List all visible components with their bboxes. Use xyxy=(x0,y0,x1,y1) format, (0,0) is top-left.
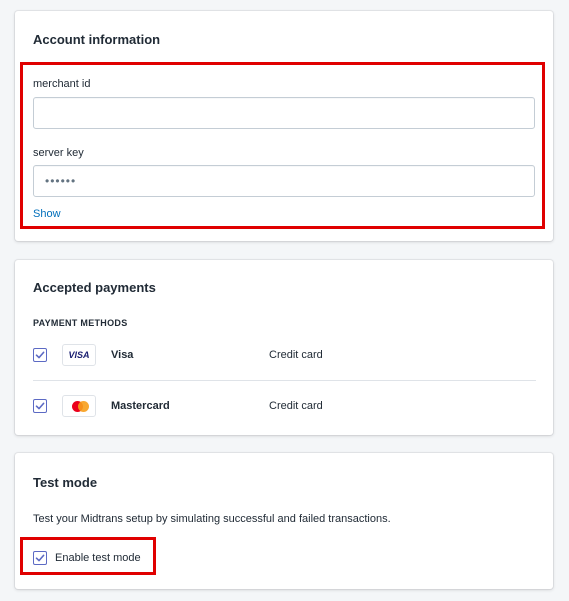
checkmark-icon xyxy=(35,554,45,562)
test-mode-card: Test mode Test your Midtrans setup by si… xyxy=(15,453,553,589)
visa-checkbox[interactable] xyxy=(33,348,47,362)
highlight-box-credentials xyxy=(20,62,545,229)
enable-test-mode-checkbox[interactable] xyxy=(33,551,47,565)
checkmark-icon xyxy=(35,351,45,359)
accepted-payments-title: Accepted payments xyxy=(33,280,156,295)
mastercard-type: Credit card xyxy=(269,400,323,412)
server-key-label: server key xyxy=(33,147,84,159)
mastercard-yellow-circle xyxy=(78,401,89,412)
test-mode-description: Test your Midtrans setup by simulating s… xyxy=(33,513,391,525)
account-information-title: Account information xyxy=(33,32,161,47)
visa-type: Credit card xyxy=(269,349,323,361)
accepted-payments-card: Accepted payments PAYMENT METHODS VISA V… xyxy=(15,260,553,435)
account-information-card: Account information merchant id server k… xyxy=(15,11,553,241)
test-mode-title: Test mode xyxy=(33,475,98,490)
mastercard-logo xyxy=(62,395,96,417)
checkmark-icon xyxy=(35,402,45,410)
visa-name: Visa xyxy=(111,349,134,361)
visa-logo-text: VISA xyxy=(68,350,90,360)
payment-methods-heading: PAYMENT METHODS xyxy=(33,318,128,328)
mastercard-checkbox[interactable] xyxy=(33,399,47,413)
enable-test-mode-label[interactable]: Enable test mode xyxy=(55,552,141,564)
mastercard-name: Mastercard xyxy=(111,400,170,412)
merchant-id-label: merchant id xyxy=(33,78,91,90)
server-key-input[interactable] xyxy=(33,165,535,197)
payment-divider xyxy=(33,380,536,381)
merchant-id-input[interactable] xyxy=(33,97,535,129)
visa-logo: VISA xyxy=(62,344,96,366)
show-server-key-link[interactable]: Show xyxy=(33,208,61,220)
